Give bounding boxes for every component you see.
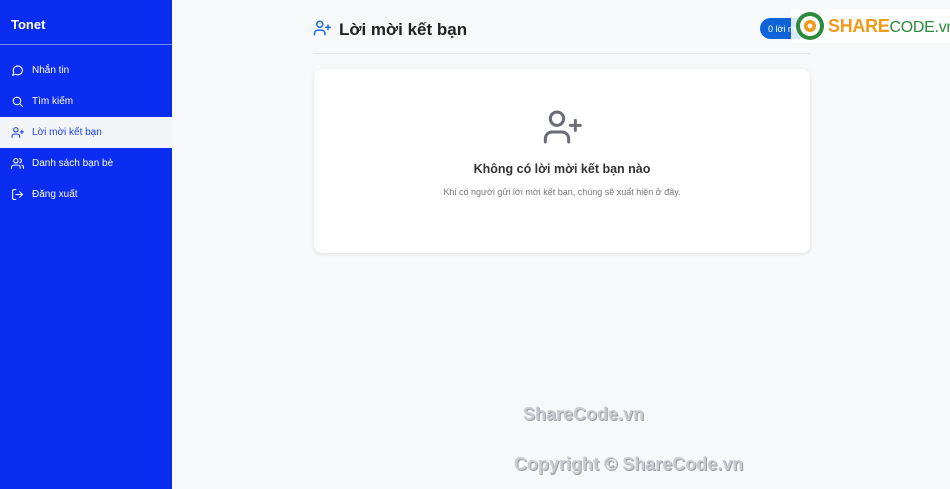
page-header: Lời mời kết bạn [313, 17, 467, 43]
sidebar-item-label: Tìm kiếm [32, 96, 74, 107]
users-icon [11, 157, 25, 171]
brand-name: Tonet [0, 0, 172, 45]
search-icon [11, 95, 25, 109]
sharecode-logo-icon [796, 12, 824, 40]
user-plus-icon [542, 107, 582, 152]
chat-bubble-icon [11, 64, 25, 78]
main-content: Lời mời kết bạn 0 lời mời SHARECODE.vn K… [172, 0, 950, 489]
watermark-text: ShareCode.vn [523, 404, 645, 424]
user-plus-icon [313, 19, 331, 42]
sidebar-item-friend-requests[interactable]: Lời mời kết bạn [0, 117, 172, 148]
sidebar-item-messages[interactable]: Nhắn tin [0, 55, 172, 86]
empty-state-title: Không có lời mời kết bạn nào [473, 162, 651, 176]
sidebar: Tonet Nhắn tin Tìm kiếm Lời mời kết bạn … [0, 0, 172, 489]
sidebar-item-label: Nhắn tin [32, 65, 70, 76]
logo-text: SHARECODE.vn [828, 15, 950, 36]
sidebar-item-label: Danh sách bạn bè [32, 158, 114, 169]
sidebar-item-search[interactable]: Tìm kiếm [0, 86, 172, 117]
sharecode-logo: SHARECODE.vn [791, 9, 950, 43]
page-title: Lời mời kết bạn [339, 20, 468, 39]
sidebar-nav: Nhắn tin Tìm kiếm Lời mời kết bạn Danh s… [0, 55, 172, 210]
copyright-watermark: Copyright © ShareCode.vn [514, 454, 744, 474]
user-plus-icon [11, 126, 25, 140]
empty-state-description: Khi có người gửi lời mời kết bạn, chúng … [443, 187, 681, 197]
sidebar-item-logout[interactable]: Đăng xuất [0, 179, 172, 210]
empty-state-card: Không có lời mời kết bạn nào Khi có ngườ… [314, 69, 810, 253]
header-divider [313, 53, 810, 54]
sidebar-item-label: Đăng xuất [32, 189, 78, 200]
logout-icon [11, 188, 25, 202]
sidebar-item-label: Lời mời kết bạn [32, 127, 102, 138]
sidebar-item-friends-list[interactable]: Danh sách bạn bè [0, 148, 172, 179]
